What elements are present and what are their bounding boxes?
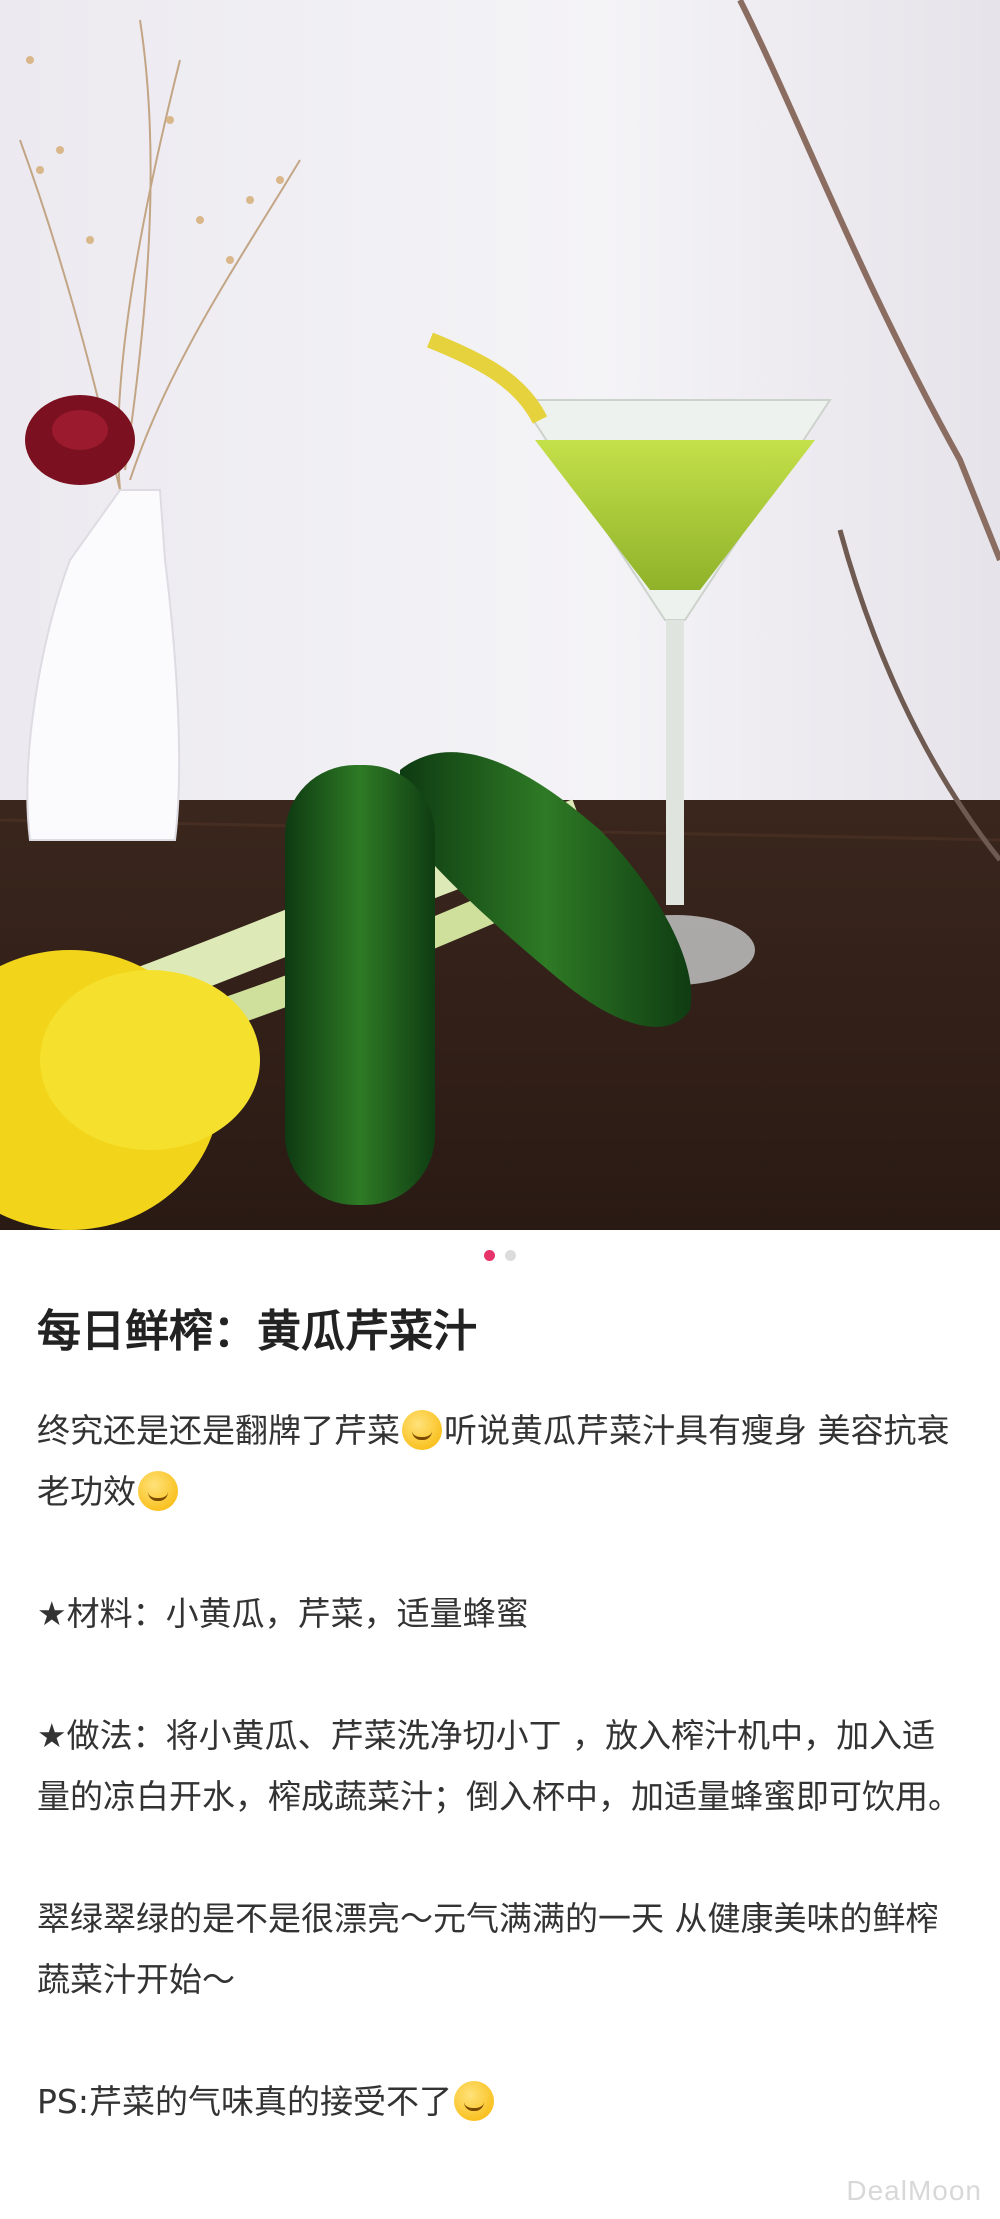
hero-photo[interactable] [0,0,1000,1230]
zany-face-emoji-icon [453,2081,494,2121]
ps-text: PS:芹菜的气味真的接受不了 [37,2082,452,2121]
post-paragraph-intro: 终究还是还是翻牌了芹菜 听说黄瓜芹菜汁具有瘦身 美容抗衰老功效 [37,1400,967,1522]
carousel-dot-1[interactable] [484,1250,495,1261]
watermark: DealMoon [846,2175,982,2206]
post-content: 每日鲜榨：黄瓜芹菜汁 终究还是还是翻牌了芹菜 听说黄瓜芹菜汁具有瘦身 美容抗衰老功… [37,1300,967,2193]
carousel-dot-2[interactable] [505,1250,516,1261]
post-paragraph-method: ★做法：将小黄瓜、芹菜洗净切小丁 ，放入榨汁机中，加入适量的凉白开水，榨成蔬菜汁… [37,1716,961,1816]
carousel-indicator[interactable] [0,1250,1000,1261]
post-paragraph-comment: 翠绿翠绿的是不是很漂亮～元气满满的一天 从健康美味的鲜榨蔬菜汁开始～ [37,1899,939,1999]
upside-down-face-emoji-icon [402,1410,442,1450]
post-title: 每日鲜榨：黄瓜芹菜汁 [37,1306,477,1357]
intro-text-1: 终究还是还是翻牌了芹菜 [37,1411,400,1450]
post-paragraph-ingredients: ★材料：小黄瓜，芹菜，适量蜂蜜 [37,1594,529,1633]
smirk-face-emoji-icon [138,1471,178,1511]
post-paragraph-ps: PS:芹菜的气味真的接受不了 [37,2071,967,2132]
hero-image [0,0,1000,1230]
